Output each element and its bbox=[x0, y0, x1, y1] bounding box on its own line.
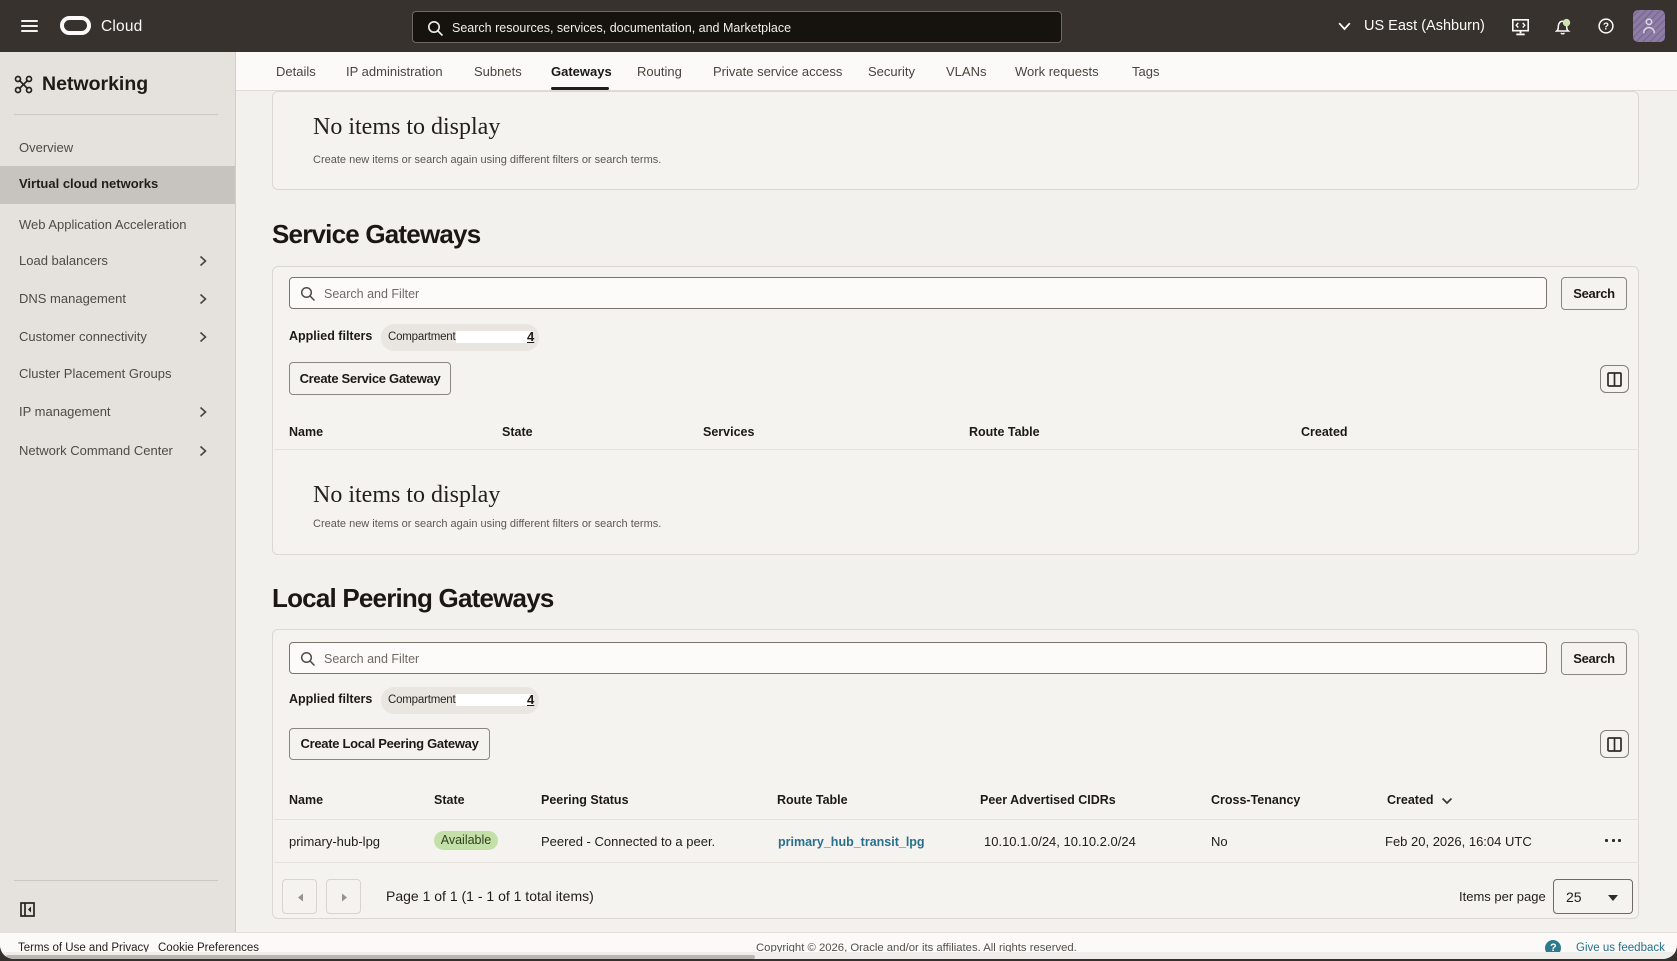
svg-text:?: ? bbox=[1603, 22, 1609, 33]
